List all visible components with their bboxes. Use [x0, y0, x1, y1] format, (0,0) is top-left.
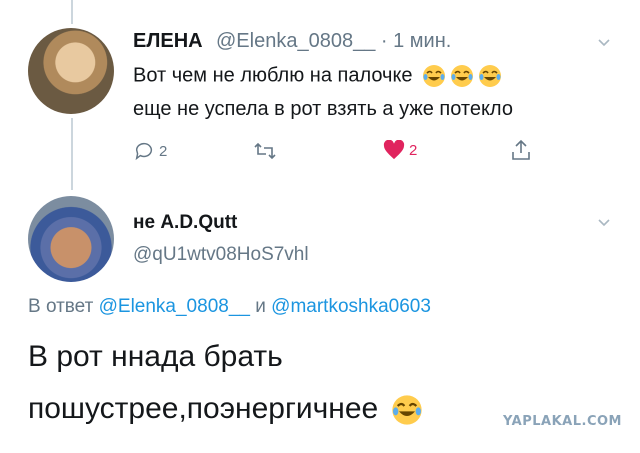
laughing-emoji-icon [479, 65, 502, 87]
reply-count: 2 [159, 142, 168, 160]
share-icon [512, 139, 530, 160]
laughing-emoji-icon [391, 395, 422, 425]
avatar-elena[interactable] [28, 28, 114, 114]
chevron-down-icon[interactable] [597, 36, 611, 50]
thread-line-top [71, 0, 73, 24]
retweet-icon [254, 142, 276, 160]
thread-line-connector [71, 118, 73, 190]
tweet-text-line-2: еще не успела в рот взять а уже потекло [133, 98, 513, 120]
tweet-text-line-2: пошустрее,поэнергичнее [28, 392, 423, 426]
heart-icon [383, 140, 405, 160]
tweet-text: Вот чем не люблю на палочке [133, 64, 413, 87]
avatar-qutt[interactable] [28, 196, 114, 282]
mention-link[interactable]: @martkoshka0603 [271, 296, 431, 317]
like-button[interactable]: 2 [383, 140, 417, 160]
author-name[interactable]: не A.D.Qutt [133, 212, 237, 234]
watermark: YAPLAKAL.COM [503, 414, 622, 429]
replying-to: В ответ @Elenka_0808__ и @martkoshka0603 [28, 296, 431, 318]
reply-prefix: В ответ [28, 296, 94, 317]
mention-link[interactable]: @Elenka_0808__ [99, 296, 250, 317]
reply-button[interactable]: 2 [133, 140, 167, 162]
tweet-text-line-1: В рот ннада брать [28, 340, 283, 373]
like-count: 2 [409, 141, 418, 159]
chevron-down-icon[interactable] [597, 216, 611, 230]
tweet-text-line-1: Вот чем не люблю на палочке [133, 64, 502, 88]
reply-icon [135, 142, 153, 161]
tweet-time[interactable]: · 1 мин. [381, 30, 451, 52]
handle-text: @Elenka_0808__ [216, 30, 376, 52]
author-name[interactable]: ЕЛЕНА [133, 30, 203, 53]
laughing-emoji-icon [451, 65, 474, 87]
tweet-text: пошустрее,поэнергичнее [28, 392, 379, 425]
author-handle[interactable]: @qU1wtv08HoS7vhl [133, 244, 309, 266]
laughing-emoji-icon [423, 65, 446, 87]
share-button[interactable] [510, 138, 532, 162]
author-handle[interactable]: @Elenka_0808__ · 1 мин. [216, 30, 451, 53]
reply-and: и [255, 296, 266, 317]
retweet-button[interactable] [253, 140, 277, 162]
